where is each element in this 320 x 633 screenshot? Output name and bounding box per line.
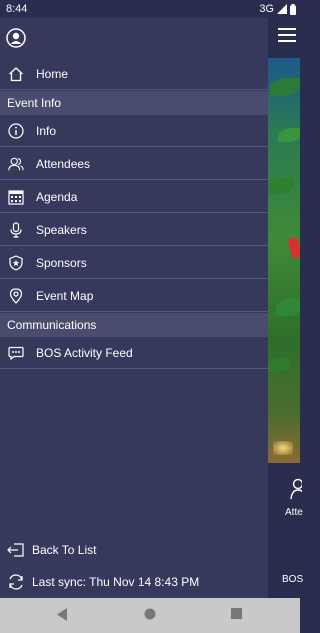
menu-item-home[interactable]: Home [0, 58, 268, 90]
network-type: 3G [259, 3, 274, 15]
menu-item-event-map[interactable]: Event Map [0, 280, 268, 312]
recents-square-icon[interactable] [231, 608, 242, 619]
home-circle-icon[interactable] [144, 608, 156, 620]
menu-item-agenda[interactable]: Agenda [0, 181, 268, 213]
signal-icon [277, 4, 287, 14]
menu-item-activity-feed[interactable]: BOS Activity Feed [0, 337, 268, 369]
status-bar: 8:44 3G [0, 0, 300, 18]
system-navigation-bar [0, 598, 300, 633]
hamburger-menu-icon[interactable] [278, 28, 296, 42]
menu-item-label: Agenda [36, 189, 78, 204]
shield-star-icon [8, 254, 24, 272]
microphone-icon [8, 221, 24, 239]
exit-arrow-icon [7, 541, 25, 559]
menu-item-speakers[interactable]: Speakers [0, 214, 268, 246]
menu-item-label: Speakers [36, 222, 87, 237]
navigation-drawer: Home Event Info Info Attendees Agenda Sp… [0, 18, 268, 598]
attendees-tile-icon[interactable] [290, 478, 302, 500]
bos-tile-label: BOS [282, 574, 304, 585]
status-time: 8:44 [6, 3, 28, 15]
calendar-icon [8, 188, 24, 206]
sync-button[interactable]: Last sync: Thu Nov 14 8:43 PM [0, 567, 268, 597]
menu-item-label: Info [36, 123, 57, 138]
menu-item-label: Attendees [36, 156, 91, 171]
section-header-event-info: Event Info [0, 91, 268, 115]
profile-avatar-icon[interactable] [6, 28, 26, 48]
back-to-list-button[interactable]: Back To List [0, 535, 268, 565]
menu-item-attendees[interactable]: Attendees [0, 148, 268, 180]
home-icon [8, 65, 24, 83]
battery-icon [290, 3, 296, 15]
status-indicators: 3G [259, 3, 296, 15]
banner-accent [287, 237, 300, 259]
attendees-icon [8, 155, 24, 173]
menu-item-sponsors[interactable]: Sponsors [0, 247, 268, 279]
menu-item-label: Home [36, 66, 69, 81]
sync-icon [7, 573, 25, 591]
event-banner-image [268, 58, 300, 463]
last-sync-label: Last sync: Thu Nov 14 8:43 PM [32, 575, 200, 589]
drawer-header [0, 18, 268, 58]
back-to-list-label: Back To List [32, 543, 97, 557]
menu-item-info[interactable]: Info [0, 115, 268, 147]
menu-item-label: Sponsors [36, 255, 87, 270]
attendees-tile-label: Atte [285, 507, 303, 518]
map-pin-icon [8, 287, 24, 305]
menu-item-label: Event Map [36, 288, 94, 303]
menu-item-label: BOS Activity Feed [36, 345, 133, 360]
section-header-communications: Communications [0, 313, 268, 337]
info-icon [8, 122, 24, 140]
back-triangle-icon[interactable] [57, 608, 68, 621]
chat-bubble-icon [8, 344, 24, 362]
